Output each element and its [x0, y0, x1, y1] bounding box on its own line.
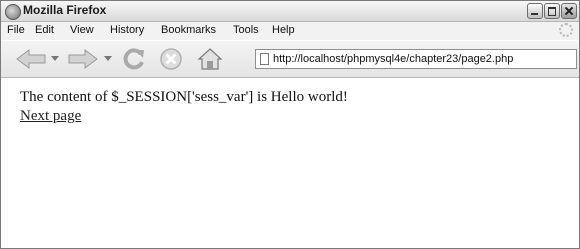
- forward-dropdown-icon[interactable]: [104, 56, 112, 62]
- window-controls: [527, 3, 577, 19]
- window-title: Mozilla Firefox: [23, 3, 107, 17]
- next-page-link[interactable]: Next page: [20, 108, 81, 125]
- menu-edit[interactable]: Edit: [35, 24, 54, 36]
- url-text: http://localhost/phpmysql4e/chapter23/pa…: [273, 53, 514, 65]
- reload-icon[interactable]: [122, 47, 146, 71]
- back-dropdown-icon[interactable]: [51, 56, 59, 62]
- maximize-button[interactable]: [544, 3, 560, 19]
- menu-tools[interactable]: Tools: [233, 24, 259, 36]
- menu-bar: File Edit View History Bookmarks Tools H…: [1, 22, 579, 40]
- address-bar[interactable]: http://localhost/phpmysql4e/chapter23/pa…: [255, 49, 577, 69]
- session-message: The content of $_SESSION['sess_var'] is …: [20, 89, 348, 105]
- page-icon: [260, 53, 269, 65]
- minimize-button[interactable]: [527, 3, 543, 19]
- navigation-toolbar: http://localhost/phpmysql4e/chapter23/pa…: [1, 41, 579, 78]
- forward-arrow-icon[interactable]: [67, 49, 99, 69]
- menu-help[interactable]: Help: [272, 24, 295, 36]
- browser-window: Mozilla Firefox File Edit View History B…: [0, 0, 580, 249]
- close-button[interactable]: [561, 3, 577, 19]
- menu-bookmarks[interactable]: Bookmarks: [161, 24, 216, 36]
- firefox-icon: [5, 4, 21, 20]
- stop-icon[interactable]: [159, 47, 183, 71]
- back-arrow-icon[interactable]: [15, 49, 47, 69]
- menu-file[interactable]: File: [7, 24, 25, 36]
- home-icon[interactable]: [197, 47, 223, 71]
- menu-history[interactable]: History: [110, 24, 144, 36]
- title-bar: Mozilla Firefox: [1, 1, 579, 22]
- page-content: The content of $_SESSION['sess_var'] is …: [1, 78, 579, 248]
- menu-view[interactable]: View: [70, 24, 94, 36]
- activity-throbber-icon: [559, 23, 573, 37]
